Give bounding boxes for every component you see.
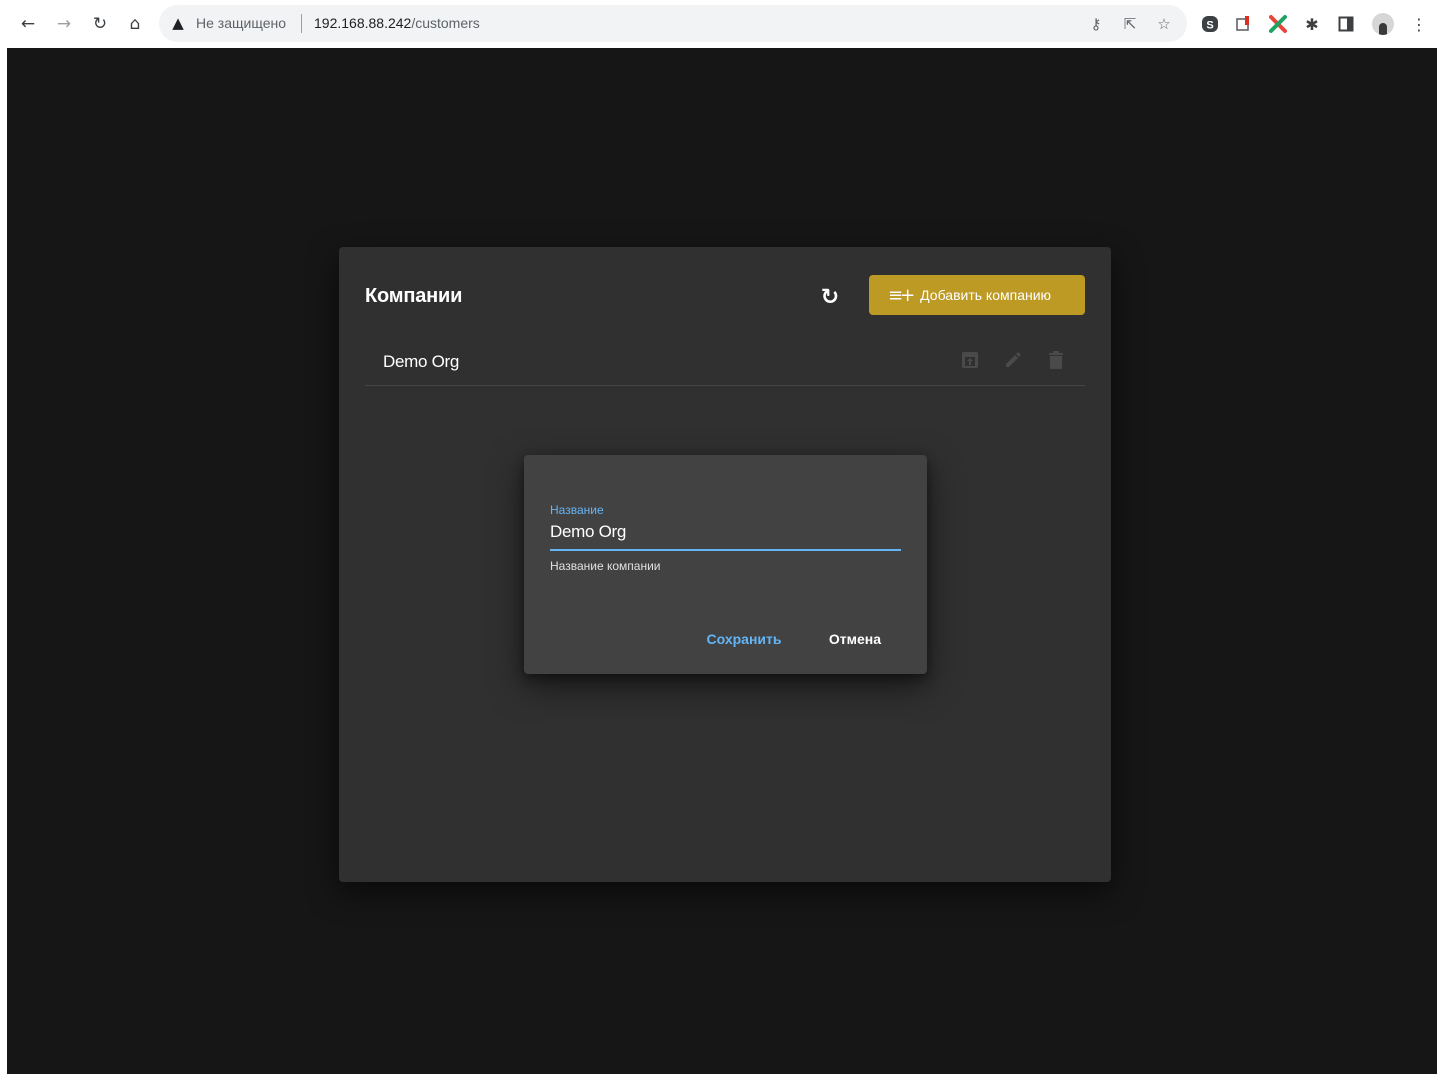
open-icon[interactable] bbox=[958, 348, 982, 372]
star-icon[interactable]: ☆ bbox=[1152, 12, 1176, 36]
edit-customer-dialog: Название Название компании Сохранить Отм… bbox=[524, 455, 927, 674]
address-bar[interactable]: ▲ Не защищено 192.168.88.242/customers ⚷… bbox=[159, 5, 1187, 42]
reload-icon[interactable]: ↻ bbox=[85, 9, 115, 39]
warning-icon[interactable]: ▲ bbox=[169, 14, 187, 32]
page-background: Компании ↻ ≡+ Добавить компанию Demo Org… bbox=[7, 48, 1437, 1074]
avatar bbox=[1372, 13, 1394, 35]
add-customer-button[interactable]: ≡+ Добавить компанию bbox=[869, 275, 1085, 315]
back-icon[interactable]: ← bbox=[13, 9, 43, 39]
address-divider bbox=[301, 14, 302, 33]
customer-name: Demo Org bbox=[383, 352, 460, 371]
puzzle-icon[interactable]: ✱ bbox=[1297, 9, 1327, 39]
side-panel-icon[interactable] bbox=[1331, 9, 1361, 39]
cancel-button[interactable]: Отмена bbox=[809, 621, 901, 657]
url-host: 192.168.88.242 bbox=[314, 15, 412, 31]
name-input[interactable] bbox=[550, 521, 901, 551]
add-customer-label: Добавить компанию bbox=[920, 287, 1052, 303]
profile-avatar[interactable] bbox=[1368, 9, 1398, 39]
save-button[interactable]: Сохранить bbox=[697, 621, 791, 657]
url-text[interactable]: 192.168.88.242/customers bbox=[314, 15, 480, 32]
name-field-label: Название bbox=[550, 503, 604, 517]
table-row[interactable]: Demo Org bbox=[365, 343, 1085, 386]
key-icon[interactable]: ⚷ bbox=[1084, 12, 1108, 36]
page-title: Компании bbox=[365, 285, 463, 307]
refresh-icon[interactable]: ↻ bbox=[813, 280, 847, 314]
home-icon[interactable]: ⌂ bbox=[120, 9, 150, 39]
playlist-add-icon: ≡+ bbox=[888, 284, 915, 306]
skype-icon[interactable]: S bbox=[1195, 9, 1225, 39]
forward-icon[interactable]: → bbox=[49, 9, 79, 39]
svg-text:S: S bbox=[1206, 20, 1213, 32]
share-icon[interactable]: ⇱ bbox=[1118, 12, 1142, 36]
url-path: /customers bbox=[411, 15, 480, 31]
xmind-icon[interactable] bbox=[1263, 9, 1293, 39]
security-status[interactable]: Не защищено bbox=[196, 15, 286, 32]
delete-icon[interactable] bbox=[1044, 348, 1068, 372]
browser-toolbar: ← → ↻ ⌂ ▲ Не защищено 192.168.88.242/cus… bbox=[0, 0, 1437, 48]
name-field-hint: Название компании bbox=[550, 559, 661, 573]
menu-icon[interactable]: ⋮ bbox=[1404, 9, 1434, 39]
extension-icon[interactable] bbox=[1229, 9, 1259, 39]
edit-icon[interactable] bbox=[1001, 348, 1025, 372]
